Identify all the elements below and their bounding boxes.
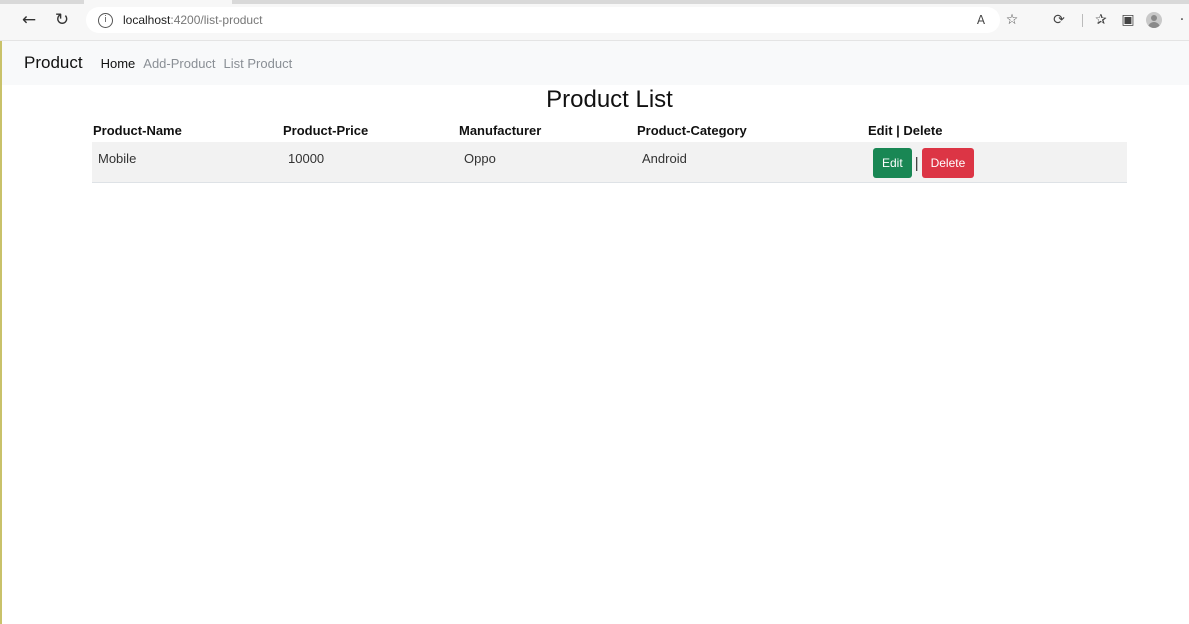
cell-product-price: 10000 xyxy=(288,151,325,166)
more-menu-icon[interactable]: · xyxy=(1178,10,1186,30)
browser-toolbar: ← ↻ i localhost:4200/list-product A ☆ ⟳ … xyxy=(0,0,1189,41)
profile-avatar-icon[interactable] xyxy=(1146,12,1162,28)
product-table: Product-Name Product-Price Manufacturer … xyxy=(92,118,1127,183)
cell-product-category: Android xyxy=(642,151,687,166)
toolbar-separator xyxy=(1082,14,1083,27)
header-product-name: Product-Name xyxy=(93,122,182,138)
extensions-icon[interactable]: ⟳ xyxy=(1050,10,1068,30)
url-text[interactable]: localhost:4200/list-product xyxy=(123,13,262,27)
app-navbar: Product Home Add-Product List Product xyxy=(2,41,1189,85)
address-bar[interactable]: i localhost:4200/list-product xyxy=(86,7,1000,33)
navbar-brand[interactable]: Product xyxy=(24,53,83,73)
edit-button[interactable]: Edit xyxy=(873,148,912,178)
read-aloud-icon[interactable]: A xyxy=(972,10,990,30)
active-tab-indicator[interactable] xyxy=(84,0,232,4)
page-title: Product List xyxy=(546,86,673,113)
cell-manufacturer: Oppo xyxy=(464,151,496,166)
table-header-row: Product-Name Product-Price Manufacturer … xyxy=(92,118,1127,142)
refresh-icon[interactable]: ↻ xyxy=(51,9,73,31)
url-path: :4200/list-product xyxy=(170,13,263,27)
nav-link-add-product[interactable]: Add-Product xyxy=(143,56,215,71)
cell-product-name: Mobile xyxy=(98,151,137,166)
collections-icon[interactable]: ▣ xyxy=(1119,10,1137,30)
nav-link-list-product[interactable]: List Product xyxy=(224,56,293,71)
cell-actions: Edit | Delete xyxy=(867,142,1127,182)
header-product-category: Product-Category xyxy=(637,122,747,138)
favorites-icon[interactable]: ✰ xyxy=(1092,10,1110,30)
url-host: localhost xyxy=(123,13,171,27)
header-product-price: Product-Price xyxy=(283,122,369,138)
delete-button[interactable]: Delete xyxy=(921,148,975,178)
add-favorite-icon[interactable]: ☆ xyxy=(1003,10,1021,30)
header-manufacturer: Manufacturer xyxy=(459,122,542,138)
action-separator: | xyxy=(914,154,919,172)
table-row: Mobile 10000 Oppo Android Edit | Delete xyxy=(92,142,1127,182)
back-arrow-icon[interactable]: ← xyxy=(18,9,40,31)
site-info-icon[interactable]: i xyxy=(98,12,113,28)
header-edit-delete: Edit | Delete xyxy=(868,122,943,138)
nav-link-home[interactable]: Home xyxy=(101,56,136,71)
